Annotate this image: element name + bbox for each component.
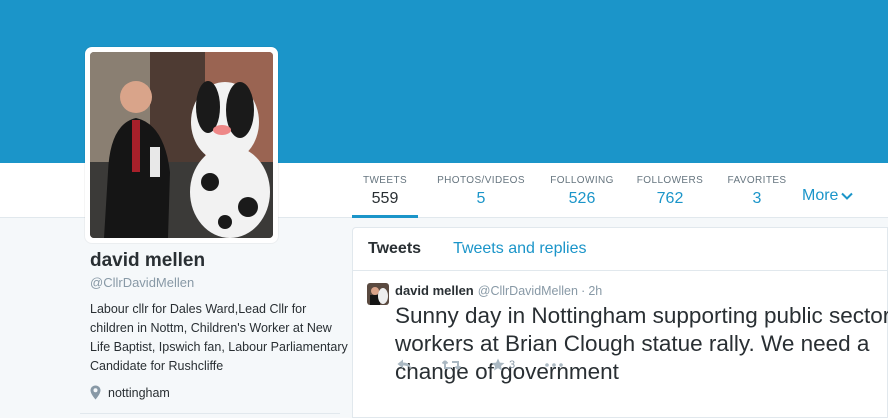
stat-label: FAVORITES — [727, 175, 787, 186]
more-options-icon — [545, 362, 563, 367]
profile-photo — [90, 52, 273, 238]
profile-name[interactable]: david mellen — [90, 250, 360, 272]
separator-dot: · — [580, 283, 586, 298]
stat-tweets[interactable]: TWEETS 559 — [350, 163, 420, 218]
retweet-icon — [442, 359, 461, 370]
stat-label: TWEETS — [362, 175, 408, 186]
profile-stats: TWEETS 559 PHOTOS/VIDEOS 5 FOLLOWING 526… — [350, 163, 792, 218]
stat-value: 762 — [656, 190, 684, 207]
timeline: Tweets Tweets and replies david mellen @… — [352, 227, 888, 418]
profile-avatar[interactable] — [85, 47, 278, 243]
more-options-button[interactable] — [545, 362, 563, 367]
tweet-avatar[interactable] — [367, 283, 389, 305]
stat-label: PHOTOS/VIDEOS — [437, 175, 525, 186]
chevron-down-icon — [841, 192, 854, 200]
tweet-author-name[interactable]: david mellen — [395, 283, 474, 298]
profile-card: david mellen @CllrDavidMellen Labour cll… — [90, 250, 360, 400]
profile-location: nottingham — [90, 385, 360, 400]
stat-value: 5 — [476, 190, 486, 207]
stat-followers[interactable]: FOLLOWERS 762 — [630, 163, 710, 218]
stat-label: FOLLOWING — [550, 175, 614, 186]
tweet-text: Sunny day in Nottingham supporting publi… — [395, 303, 888, 384]
stat-value: 3 — [752, 190, 762, 207]
tab-tweets-and-replies[interactable]: Tweets and replies — [435, 240, 600, 258]
retweet-button[interactable] — [442, 359, 461, 371]
tweet-timestamp[interactable]: 2h — [588, 284, 602, 298]
tweet-actions: 3 — [397, 358, 593, 371]
stat-label: FOLLOWERS — [636, 175, 704, 186]
favorite-icon — [491, 358, 505, 371]
favorite-count: 3 — [509, 358, 516, 371]
reply-button[interactable] — [397, 359, 412, 370]
map-pin-icon — [90, 385, 101, 400]
stat-value: 559 — [371, 190, 399, 207]
favorite-button[interactable]: 3 — [491, 358, 515, 371]
profile-bio: Labour cllr for Dales Ward,Lead Cllr for… — [90, 302, 348, 373]
timeline-tabs: Tweets Tweets and replies — [353, 228, 887, 271]
more-menu-button[interactable]: More — [802, 187, 854, 205]
reply-icon — [397, 359, 412, 370]
tab-tweets[interactable]: Tweets — [353, 240, 435, 258]
stat-value: 526 — [568, 190, 596, 207]
stat-following[interactable]: FOLLOWING 526 — [542, 163, 622, 218]
stat-favorites[interactable]: FAVORITES 3 — [722, 163, 792, 218]
profile-handle[interactable]: @CllrDavidMellen — [90, 275, 360, 290]
tweet-header: david mellen @CllrDavidMellen · 2h — [395, 283, 887, 298]
divider — [80, 413, 340, 414]
tweet-author-handle[interactable]: @CllrDavidMellen — [478, 284, 578, 298]
more-label: More — [802, 187, 839, 204]
stat-photos-videos[interactable]: PHOTOS/VIDEOS 5 — [429, 163, 533, 218]
location-text: nottingham — [108, 385, 170, 400]
